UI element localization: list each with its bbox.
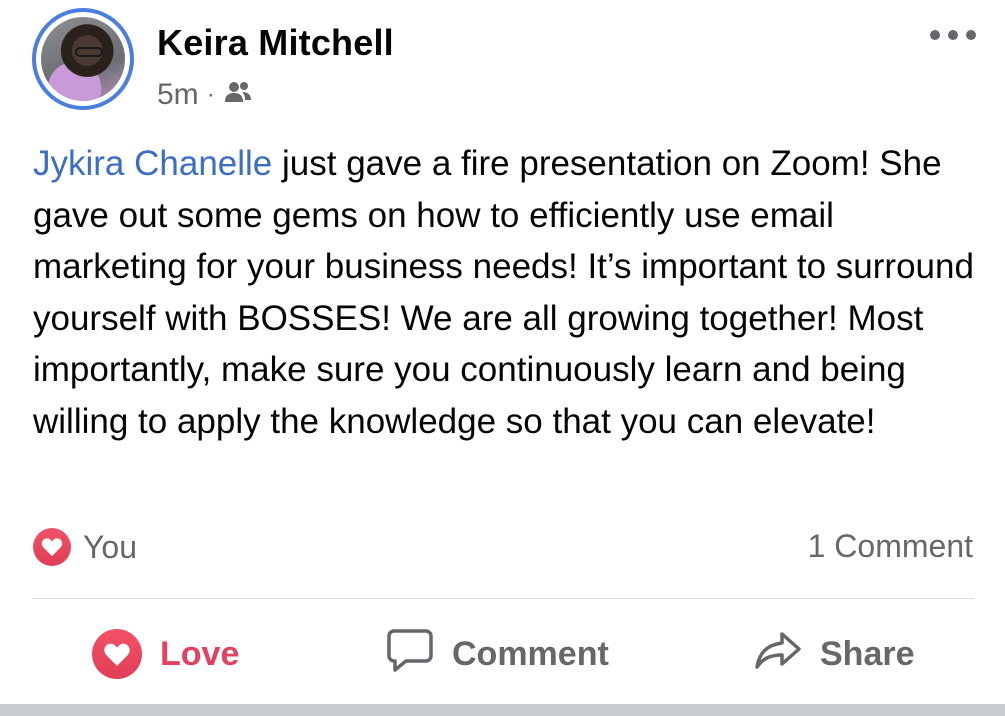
reactions-label: You [83, 528, 137, 565]
heart-icon [33, 528, 71, 566]
share-button[interactable]: Share [754, 622, 915, 686]
friends-icon[interactable] [223, 78, 253, 112]
love-button[interactable]: Love [92, 622, 239, 686]
share-icon [754, 630, 802, 679]
share-label: Share [820, 634, 915, 673]
divider [32, 598, 974, 599]
comment-label: Comment [452, 634, 609, 673]
post-timestamp[interactable]: 5m [157, 78, 199, 112]
comment-count[interactable]: 1 Comment [808, 528, 973, 565]
post-text: Jykira Chanelle just gave a fire present… [33, 138, 978, 447]
reactions-summary[interactable]: You [33, 528, 137, 566]
comment-button[interactable]: Comment [386, 622, 609, 686]
avatar-photo [41, 17, 125, 101]
post-card: Keira Mitchell 5m · Jykira Chanelle just… [0, 0, 1005, 716]
love-icon [92, 629, 142, 679]
meta-separator: · [206, 81, 215, 108]
post-meta: 5m · [157, 78, 253, 112]
author-name[interactable]: Keira Mitchell [157, 22, 394, 64]
post-body: just gave a fire presentation on Zoom! S… [33, 144, 974, 441]
avatar-glasses [74, 47, 104, 58]
avatar[interactable] [32, 8, 134, 110]
mention-link[interactable]: Jykira Chanelle [33, 144, 272, 183]
comment-icon [386, 627, 434, 682]
more-options-icon[interactable] [930, 28, 976, 42]
feed-separator [0, 704, 1005, 716]
love-label: Love [160, 634, 240, 673]
